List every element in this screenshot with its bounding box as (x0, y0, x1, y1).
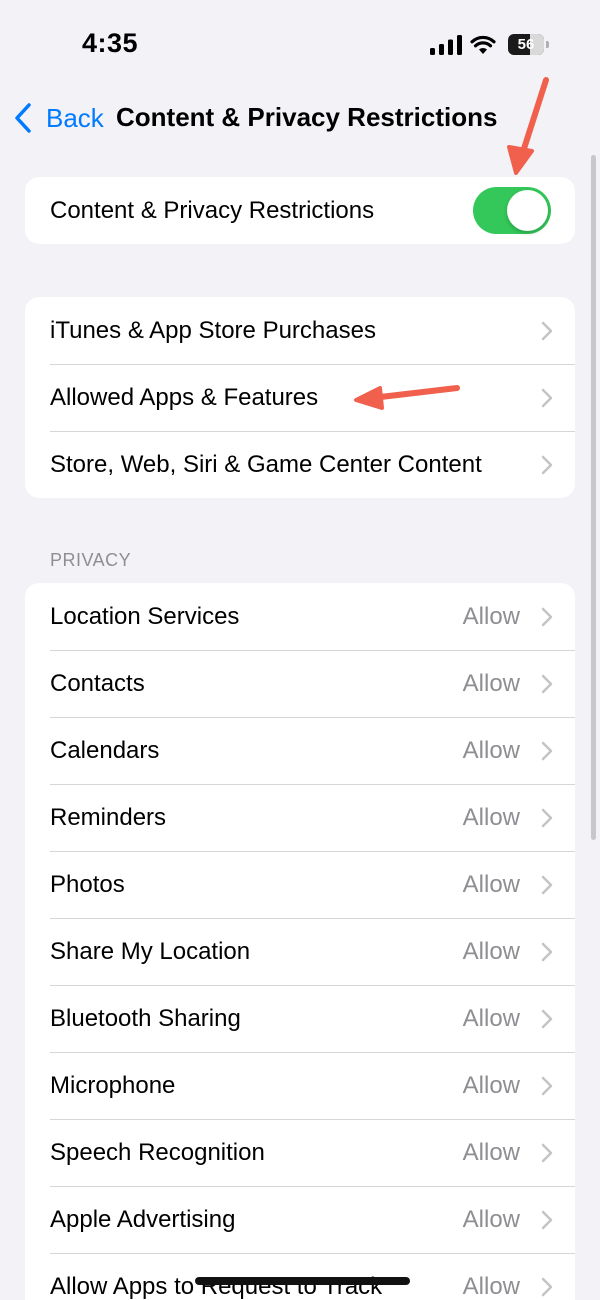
row-label: Photos (50, 870, 125, 898)
chevron-right-icon (541, 455, 553, 475)
row-value: Allow (462, 1205, 520, 1233)
chevron-right-icon (541, 674, 553, 694)
speech-recognition-row[interactable]: Speech Recognition Allow (25, 1119, 575, 1186)
restrictions-toggle[interactable] (473, 187, 551, 234)
apple-advertising-row[interactable]: Apple Advertising Allow (25, 1186, 575, 1253)
row-value: Allow (462, 669, 520, 697)
itunes-app-store-purchases-row[interactable]: iTunes & App Store Purchases (25, 297, 575, 364)
battery-icon: 56 (508, 34, 549, 55)
location-services-row[interactable]: Location Services Allow (25, 583, 575, 650)
row-value: Allow (462, 736, 520, 764)
bluetooth-sharing-row[interactable]: Bluetooth Sharing Allow (25, 985, 575, 1052)
row-label: Apple Advertising (50, 1205, 236, 1233)
row-value: Allow (462, 1071, 520, 1099)
row-label: Bluetooth Sharing (50, 1004, 241, 1032)
photos-row[interactable]: Photos Allow (25, 851, 575, 918)
row-label: Location Services (50, 602, 240, 630)
signal-icon (430, 35, 462, 55)
row-label: Calendars (50, 736, 160, 764)
row-value: Allow (462, 602, 520, 630)
share-my-location-row[interactable]: Share My Location Allow (25, 918, 575, 985)
row-label: iTunes & App Store Purchases (50, 316, 376, 344)
chevron-right-icon (541, 942, 553, 962)
restrictions-toggle-label: Content & Privacy Restrictions (50, 196, 375, 224)
toggle-knob (507, 190, 548, 231)
store-settings-group: iTunes & App Store Purchases Allowed App… (25, 297, 575, 498)
chevron-right-icon (541, 1076, 553, 1096)
chevron-left-icon (15, 103, 31, 133)
privacy-settings-group: Location Services Allow Contacts Allow C… (25, 583, 575, 1300)
status-time: 4:35 (82, 28, 139, 58)
chevron-right-icon (541, 741, 553, 761)
chevron-right-icon (541, 321, 553, 341)
home-indicator[interactable] (195, 1277, 410, 1285)
back-label: Back (46, 102, 104, 133)
row-value: Allow (462, 1004, 520, 1032)
reminders-row[interactable]: Reminders Allow (25, 784, 575, 851)
restrictions-toggle-row: Content & Privacy Restrictions (25, 177, 575, 244)
row-value: Allow (462, 1138, 520, 1166)
page-title: Content & Privacy Restrictions (116, 102, 498, 132)
chevron-right-icon (541, 607, 553, 627)
row-label: Share My Location (50, 937, 251, 965)
row-value: Allow (462, 1272, 520, 1300)
back-button[interactable]: Back (12, 100, 104, 136)
row-label: Contacts (50, 669, 145, 697)
chevron-right-icon (541, 1277, 553, 1297)
row-label: Microphone (50, 1071, 176, 1099)
battery-level: 56 (517, 36, 535, 53)
row-value: Allow (462, 803, 520, 831)
allowed-apps-features-row[interactable]: Allowed Apps & Features (25, 364, 575, 431)
scroll-indicator[interactable] (591, 155, 596, 840)
restrictions-toggle-group: Content & Privacy Restrictions (25, 177, 575, 244)
row-label: Store, Web, Siri & Game Center Content (50, 450, 482, 478)
wifi-icon (470, 35, 496, 54)
chevron-right-icon (541, 388, 553, 408)
chevron-right-icon (541, 1143, 553, 1163)
chevron-right-icon (541, 1210, 553, 1230)
privacy-section-header: PRIVACY (50, 550, 132, 570)
calendars-row[interactable]: Calendars Allow (25, 717, 575, 784)
row-value: Allow (462, 937, 520, 965)
row-label: Speech Recognition (50, 1138, 265, 1166)
row-label: Reminders (50, 803, 167, 831)
store-web-siri-game-center-row[interactable]: Store, Web, Siri & Game Center Content (25, 431, 575, 498)
status-bar: 4:35 56 (0, 0, 600, 90)
row-label: Allowed Apps & Features (50, 383, 319, 411)
chevron-right-icon (541, 1009, 553, 1029)
microphone-row[interactable]: Microphone Allow (25, 1052, 575, 1119)
contacts-row[interactable]: Contacts Allow (25, 650, 575, 717)
navigation-bar: Back Content & Privacy Restrictions (0, 90, 600, 146)
row-value: Allow (462, 870, 520, 898)
chevron-right-icon (541, 875, 553, 895)
chevron-right-icon (541, 808, 553, 828)
